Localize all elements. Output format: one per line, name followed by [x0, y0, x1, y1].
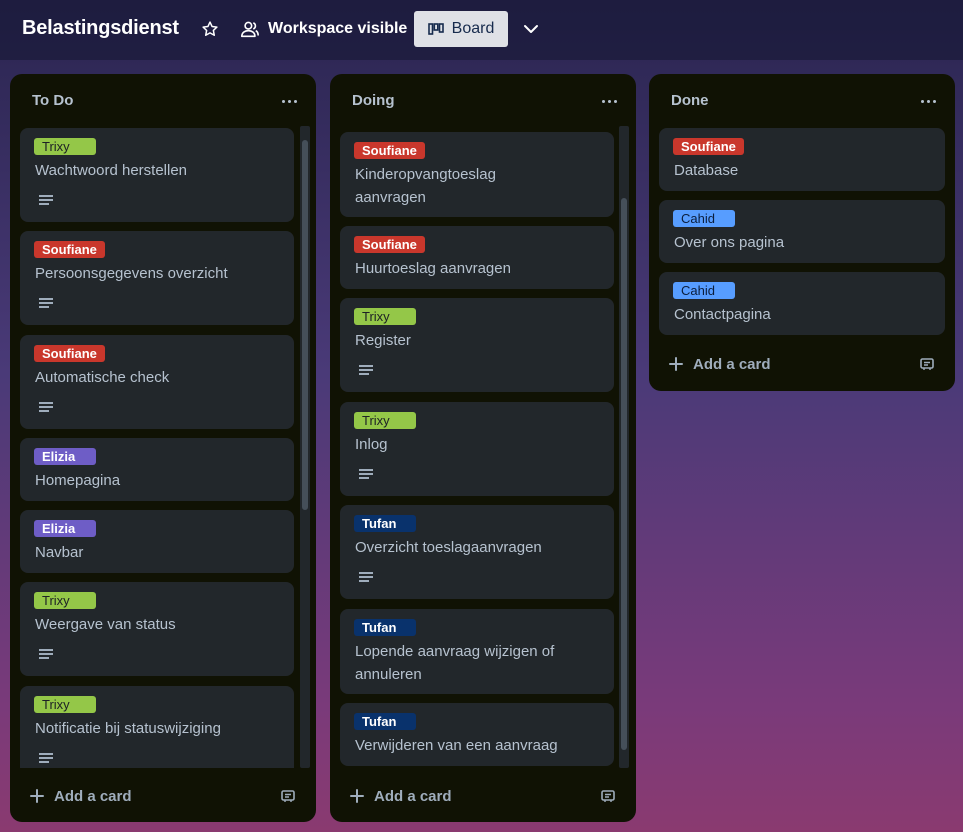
- add-card-button[interactable]: Add a card: [30, 784, 132, 808]
- card-title: Inlog: [355, 436, 388, 453]
- card[interactable]: Cahid Over ons pagina: [659, 200, 945, 263]
- list-done: Done Soufiane Database Cahid Over ons pagina…: [649, 74, 955, 391]
- card-label-navy[interactable]: Tufan: [354, 619, 416, 636]
- plus-icon: [350, 789, 364, 803]
- plus-icon: [669, 357, 683, 371]
- description-icon: [39, 298, 53, 310]
- card-title-line: annuleren: [355, 666, 422, 683]
- card[interactable]: Tufan Verwijderen van een aanvraag: [340, 703, 614, 766]
- description-icon: [359, 469, 373, 481]
- list-scrollbar[interactable]: [619, 126, 629, 768]
- card[interactable]: Soufiane Database: [659, 128, 945, 191]
- card[interactable]: Tufan Overzicht toeslagaanvragen: [340, 505, 614, 599]
- board-header: Belastingsdienst Workspace visible Board: [0, 0, 963, 60]
- board-view-label: Board: [451, 20, 495, 37]
- card-title-line: aanvragen: [355, 189, 426, 206]
- people-icon: [241, 21, 259, 38]
- add-card-label: Add a card: [693, 355, 771, 373]
- card[interactable]: Soufiane Automatische check: [20, 335, 294, 429]
- card[interactable]: Soufiane Persoonsgegevens overzicht: [20, 231, 294, 325]
- visibility-label: Workspace visible: [268, 20, 408, 37]
- card[interactable]: Elizia Homepagina: [20, 438, 294, 501]
- card-title: Verwijderen van een aanvraag: [355, 737, 558, 754]
- card[interactable]: Soufiane Huurtoeslag aanvragen: [340, 226, 614, 289]
- list-scrollbar[interactable]: [300, 126, 310, 768]
- card[interactable]: Trixy Wachtwoord herstellen: [20, 128, 294, 222]
- card[interactable]: Trixy Inlog: [340, 402, 614, 496]
- card[interactable]: Trixy Notificatie bij statuswijziging: [20, 686, 294, 768]
- card-title: Huurtoeslag aanvragen: [355, 260, 511, 277]
- card-title: Weergave van status: [35, 616, 176, 633]
- card-label-green[interactable]: Trixy: [34, 592, 96, 609]
- card-label-purple[interactable]: Elizia: [34, 520, 96, 537]
- card-label-purple[interactable]: Elizia: [34, 448, 96, 465]
- add-card-button[interactable]: Add a card: [669, 352, 771, 376]
- card[interactable]: Trixy Weergave van status: [20, 582, 294, 676]
- description-icon: [359, 365, 373, 377]
- star-button[interactable]: [198, 16, 222, 42]
- card-label-blue[interactable]: Cahid: [673, 210, 735, 227]
- description-icon: [39, 195, 53, 207]
- card[interactable]: Tufan Lopende aanvraag wijzigen of annuler…: [340, 609, 614, 694]
- plus-icon: [30, 789, 44, 803]
- card-title-line: Lopende aanvraag wijzigen of: [355, 643, 555, 660]
- card[interactable]: Cahid Contactpagina: [659, 272, 945, 335]
- view-switcher-button[interactable]: [518, 16, 544, 42]
- board-view-icon: [427, 23, 444, 35]
- create-from-template-icon[interactable]: [919, 356, 935, 372]
- card-label-green[interactable]: Trixy: [354, 412, 416, 429]
- description-icon: [39, 753, 53, 765]
- create-from-template-icon[interactable]: [280, 788, 296, 804]
- card[interactable]: Trixy Register: [340, 298, 614, 392]
- card-label-green[interactable]: Trixy: [34, 696, 96, 713]
- board-title[interactable]: Belastingsdienst: [22, 17, 179, 40]
- card-label-blue[interactable]: Cahid: [673, 282, 735, 299]
- description-icon: [39, 402, 53, 414]
- card-title: Database: [674, 162, 739, 179]
- card-title: Contactpagina: [674, 306, 771, 323]
- card-title: Homepagina: [35, 472, 121, 489]
- card-label-navy[interactable]: Tufan: [354, 515, 416, 532]
- add-card-label: Add a card: [374, 787, 452, 805]
- create-from-template-icon[interactable]: [600, 788, 616, 804]
- description-icon: [39, 649, 53, 661]
- card-title: Persoonsgegevens overzicht: [35, 265, 228, 282]
- card-title: Notificatie bij statuswijziging: [35, 720, 221, 737]
- card-list: Soufiane Database Cahid Over ons pagina Cahi…: [649, 74, 955, 391]
- star-icon: [202, 21, 218, 36]
- card-title: Wachtwoord herstellen: [35, 162, 188, 179]
- card-label-red[interactable]: Soufiane: [34, 241, 105, 258]
- list-to-do: To Do Trixy Wachtwoord herstellen Soufiane P…: [10, 74, 316, 822]
- card-list: Trixy Wachtwoord herstellen Soufiane Persoo…: [10, 74, 316, 768]
- chevron-down-icon: [524, 25, 538, 33]
- scrollbar-thumb[interactable]: [621, 198, 627, 750]
- card-title: Over ons pagina: [674, 234, 785, 251]
- card-label-green[interactable]: Trixy: [354, 308, 416, 325]
- card-title: Automatische check: [35, 369, 170, 386]
- card-label-green[interactable]: Trixy: [34, 138, 96, 155]
- add-card-label: Add a card: [54, 787, 132, 805]
- card-label-red[interactable]: Soufiane: [354, 236, 425, 253]
- card-list: Soufiane Kinderopvangtoeslag aanvragen Souf…: [330, 74, 636, 766]
- list-doing: Doing Soufiane Kinderopvangtoeslag aanvrage…: [330, 74, 636, 822]
- card-title: Navbar: [35, 544, 84, 561]
- card-label-red[interactable]: Soufiane: [34, 345, 105, 362]
- card-label-red[interactable]: Soufiane: [673, 138, 744, 155]
- card-title: Overzicht toeslagaanvragen: [355, 539, 542, 556]
- visibility-button[interactable]: Workspace visible: [240, 16, 407, 42]
- scrollbar-thumb[interactable]: [302, 140, 308, 510]
- card-title: Kinderopvangtoeslag aanvragen: [355, 163, 496, 209]
- card-title: Register: [355, 332, 411, 349]
- card-label-red[interactable]: Soufiane: [354, 142, 425, 159]
- card[interactable]: Soufiane Kinderopvangtoeslag aanvragen: [340, 132, 614, 217]
- card-label-navy[interactable]: Tufan: [354, 713, 416, 730]
- board-view-button[interactable]: Board: [414, 11, 508, 47]
- card-title-line: Kinderopvangtoeslag: [355, 166, 496, 183]
- card-title: Lopende aanvraag wijzigen of annuleren: [355, 640, 554, 686]
- card[interactable]: Elizia Navbar: [20, 510, 294, 573]
- add-card-button[interactable]: Add a card: [350, 784, 452, 808]
- description-icon: [359, 572, 373, 584]
